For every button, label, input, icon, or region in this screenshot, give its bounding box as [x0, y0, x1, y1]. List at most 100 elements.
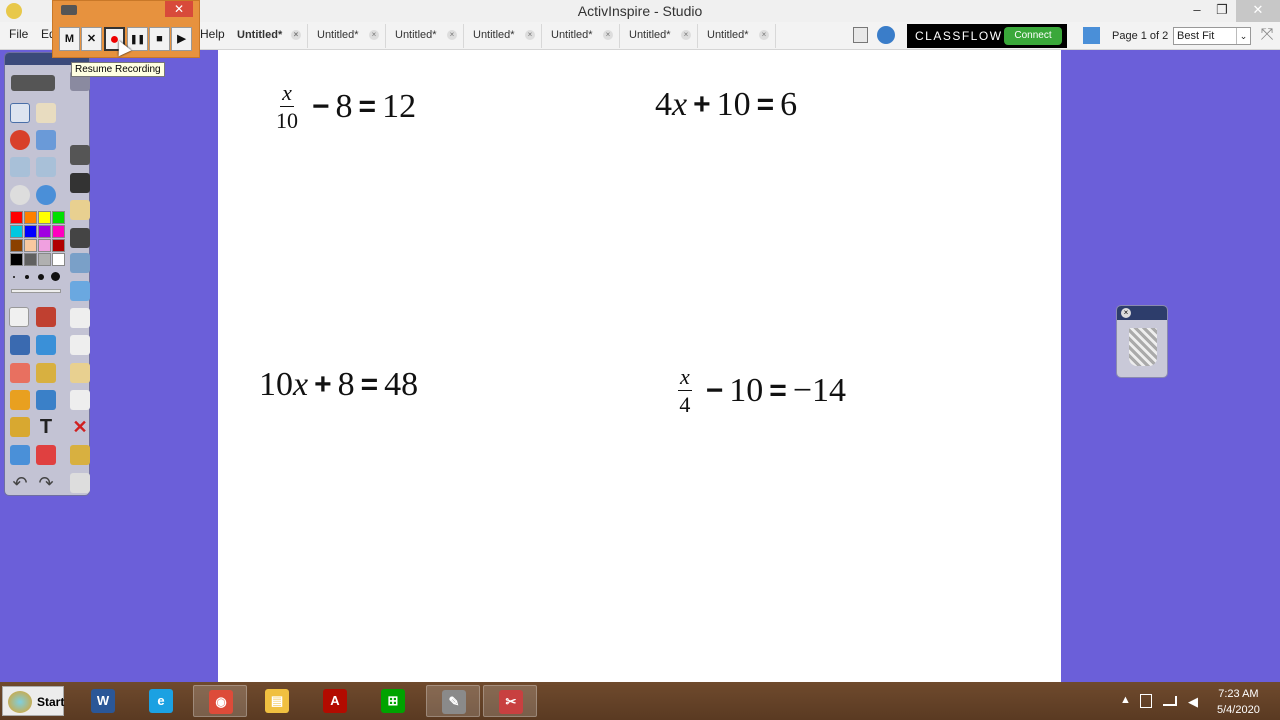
eraser-icon[interactable] [10, 363, 30, 383]
tab-untitled-4[interactable]: Untitled* × [464, 24, 542, 48]
trash-can-widget[interactable]: × [1116, 305, 1168, 378]
taskbar-app-internet-explorer[interactable]: e [134, 685, 188, 717]
design-mode-icon[interactable] [36, 130, 56, 150]
tab-close-icon[interactable]: × [603, 30, 613, 40]
pen-width-slider[interactable] [11, 289, 61, 293]
tab-untitled-5[interactable]: Untitled* × [542, 24, 620, 48]
clear-spray-icon[interactable] [10, 445, 30, 465]
clear-icon[interactable] [70, 308, 90, 328]
tab-close-icon[interactable]: × [291, 30, 301, 40]
main-menu-icon[interactable] [11, 75, 55, 91]
color-swatch[interactable] [10, 253, 23, 266]
tab-close-icon[interactable]: × [681, 30, 691, 40]
tab-untitled-1[interactable]: Untitled* × [228, 24, 308, 48]
color-swatch[interactable] [24, 211, 37, 224]
color-swatch[interactable] [24, 225, 37, 238]
battery-icon[interactable] [1140, 694, 1152, 708]
camera-icon[interactable] [70, 253, 90, 273]
screen-recorder-icon[interactable] [70, 228, 90, 248]
maximize-button[interactable]: ❐ [1205, 0, 1239, 22]
play-icon[interactable] [10, 185, 30, 205]
tools-icon[interactable] [36, 307, 56, 327]
taskbar-app-acrobat[interactable]: A [308, 685, 362, 717]
color-swatch[interactable] [38, 225, 51, 238]
pen-width-presets[interactable] [11, 272, 61, 281]
tab-untitled-7[interactable]: Untitled* × [698, 24, 776, 48]
menu-file[interactable]: File [9, 27, 28, 41]
color-swatch[interactable] [24, 253, 37, 266]
taskbar-app-activinspire[interactable]: ✎ [426, 685, 480, 717]
clear-annotations-icon[interactable] [70, 445, 90, 465]
refresh-page-icon[interactable] [36, 445, 56, 465]
page-browser-icon[interactable] [10, 103, 30, 123]
color-swatch[interactable] [52, 211, 65, 224]
tab-untitled-6[interactable]: Untitled* × [620, 24, 698, 48]
redo-icon[interactable]: ↷ [36, 473, 56, 493]
tab-untitled-2[interactable]: Untitled* × [308, 24, 386, 48]
tab-close-icon[interactable]: × [525, 30, 535, 40]
close-window-button[interactable]: ✕ [1236, 0, 1280, 22]
recorder-mute-button[interactable]: M [59, 27, 80, 51]
color-swatch[interactable] [52, 253, 65, 266]
fill-icon[interactable] [36, 363, 56, 383]
recorder-close-button[interactable]: ✕ [165, 1, 193, 17]
flipchart-canvas[interactable]: x 10 − 8 = 12 4x + 10 = 6 10 x + 8 = 48 x4… [218, 50, 1061, 682]
tab-close-icon[interactable]: × [447, 30, 457, 40]
show-hidden-icons[interactable]: ▲ [1120, 694, 1131, 706]
browser-icon[interactable] [36, 185, 56, 205]
undo-icon[interactable]: ↶ [10, 473, 30, 493]
shape-icon[interactable] [10, 390, 30, 410]
color-swatch[interactable] [52, 225, 65, 238]
reset-page-icon[interactable] [70, 335, 90, 355]
highlighter-icon[interactable] [36, 335, 56, 355]
color-swatch[interactable] [10, 211, 23, 224]
pen-tool-icon[interactable] [10, 335, 30, 355]
network-icon[interactable] [1083, 27, 1100, 44]
taskbar-app-file-explorer[interactable]: ▤ [250, 685, 304, 717]
color-swatch[interactable] [38, 239, 51, 252]
clipboard-icon[interactable] [70, 473, 90, 493]
tab-close-icon[interactable]: × [759, 30, 769, 40]
color-swatch[interactable] [24, 239, 37, 252]
edit-profiles-icon[interactable] [10, 130, 30, 150]
volume-icon[interactable]: ◀ [1188, 694, 1198, 710]
chevron-down-icon[interactable]: ⌄ [1236, 28, 1250, 44]
select-tool-icon[interactable] [9, 307, 29, 327]
page-browser-icon[interactable] [853, 27, 868, 43]
stop-button[interactable]: ■ [149, 27, 170, 51]
classflow-connect-button[interactable]: Connect [1004, 27, 1062, 45]
delete-icon[interactable]: ✕ [70, 417, 90, 437]
menu-help[interactable]: Help [200, 27, 225, 41]
color-swatch[interactable] [52, 239, 65, 252]
color-swatch[interactable] [10, 225, 23, 238]
recorder-cancel-button[interactable]: ✕ [81, 27, 102, 51]
object-browser-icon[interactable] [36, 103, 56, 123]
page-edit-icon[interactable] [70, 281, 90, 301]
recorder-icon[interactable] [70, 173, 90, 193]
activinspire-logo-icon[interactable] [877, 26, 895, 44]
taskbar-app-store[interactable]: ⊞ [366, 685, 420, 717]
annotate-icon[interactable] [70, 200, 90, 220]
magic-ink-icon[interactable] [70, 363, 90, 383]
text-tool-icon[interactable]: T [36, 417, 56, 437]
color-swatch[interactable] [38, 253, 51, 266]
play-button[interactable]: ▶ [171, 27, 192, 51]
previous-page-icon[interactable] [10, 157, 30, 177]
start-button[interactable]: Start [2, 686, 64, 716]
trash-close-icon[interactable]: × [1121, 308, 1131, 318]
taskbar-app-snipping-tool[interactable]: ✂ [483, 685, 537, 717]
taskbar-app-word[interactable]: W [76, 685, 130, 717]
pdf-import-icon[interactable] [70, 390, 90, 410]
tab-close-icon[interactable]: × [369, 30, 379, 40]
color-swatch[interactable] [38, 211, 51, 224]
fullscreen-icon[interactable]: ⤧ [1257, 26, 1277, 46]
signal-icon[interactable] [1163, 696, 1177, 706]
taskbar-app-chrome[interactable]: ◉ [193, 685, 247, 717]
next-page-icon[interactable] [36, 157, 56, 177]
zoom-select[interactable]: Best Fit ⌄ [1173, 27, 1251, 45]
tab-untitled-3[interactable]: Untitled* × [386, 24, 464, 48]
system-clock[interactable]: 7:23 AM 5/4/2020 [1217, 686, 1260, 718]
insert-media-icon[interactable] [10, 417, 30, 437]
microphone-icon[interactable] [70, 145, 90, 165]
color-swatch[interactable] [10, 239, 23, 252]
